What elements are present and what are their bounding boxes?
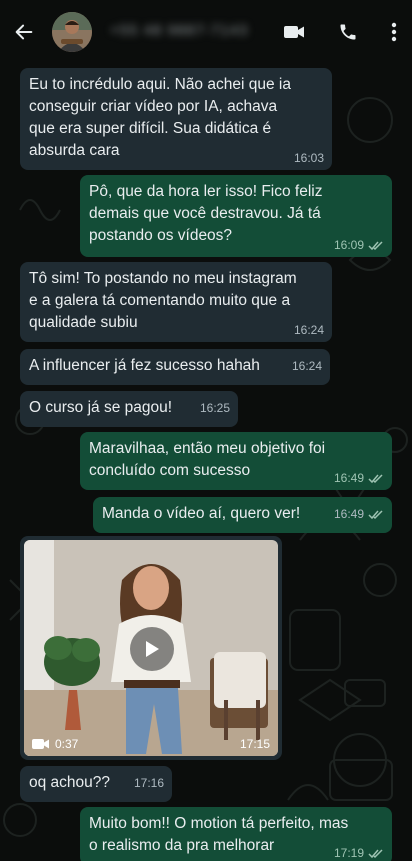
double-check-icon [368,509,383,519]
message-time: 17:15 [239,737,270,751]
menu-button[interactable] [380,18,408,46]
arrow-left-icon [15,24,33,40]
message-time: 16:49 [333,507,364,521]
video-duration-text: 0:37 [55,737,79,751]
play-button[interactable] [130,627,174,671]
back-button[interactable] [10,18,38,46]
message-bubble-incoming[interactable]: Tô sim! To postando no meu instagram e a… [20,262,332,342]
double-check-icon [368,240,383,250]
voice-call-button[interactable] [334,18,362,46]
message-time: 17:16 [133,776,164,790]
kebab-menu-icon [391,22,397,42]
contact-name[interactable]: +55 48 9887-7143 [110,22,270,42]
message-time: 16:24 [293,323,324,337]
message-text: Eu to incrédulo aqui. Não achei que ia c… [29,76,291,159]
message-meta: 16:24 [292,355,322,377]
avatar-image [52,12,92,52]
message-meta: 17:16 [134,772,164,794]
message-bubble-outgoing[interactable]: Muito bom!! O motion tá perfeito, mas o … [80,807,392,861]
message-time: 16:25 [199,401,230,415]
video-camera-icon [284,26,304,38]
play-icon [146,641,159,657]
message-bubble-incoming[interactable]: O curso já se pagou! 16:25 [20,391,238,427]
chat-header: +55 48 9887-7143 [0,0,412,64]
message-meta: 16:25 [200,397,230,419]
message-time: 17:19 [333,846,364,860]
message-meta: 16:49 [334,503,384,525]
message-meta: 16:49 [334,471,384,485]
video-call-button[interactable] [280,18,308,46]
message-bubble-incoming[interactable]: A influencer já fez sucesso hahah 16:24 [20,349,330,385]
phone-icon [340,24,356,40]
message-bubble-incoming[interactable]: oq achou?? 17:16 [20,766,172,802]
video-duration: 0:37 [32,737,78,751]
message-meta: 16:09 [334,238,384,252]
message-text: A influencer já fez sucesso hahah [29,357,260,374]
message-bubble-outgoing[interactable]: Pô, que da hora ler isso! Fico feliz dem… [80,175,392,257]
message-bubble-incoming[interactable]: Eu to incrédulo aqui. Não achei que ia c… [20,68,332,170]
message-time: 16:03 [293,151,324,165]
message-bubble-outgoing[interactable]: Manda o vídeo aí, quero ver! 16:49 [93,497,392,533]
message-time: 16:49 [333,471,364,485]
video-thumbnail[interactable]: 0:37 17:15 [24,540,278,756]
message-time: 16:24 [291,359,322,373]
double-check-icon [368,848,383,858]
message-time: 16:09 [333,238,364,252]
message-bubble-outgoing[interactable]: Maravilhaa, então meu objetivo foi concl… [80,432,392,490]
message-meta: 17:19 [334,846,384,860]
message-meta: 16:03 [294,151,324,165]
video-camera-icon [32,739,49,749]
message-text: Tô sim! To postando no meu instagram e a… [29,270,297,331]
double-check-icon [368,473,383,483]
video-message[interactable]: 0:37 17:15 [20,536,282,760]
message-meta: 16:24 [294,323,324,337]
avatar[interactable] [52,12,92,52]
